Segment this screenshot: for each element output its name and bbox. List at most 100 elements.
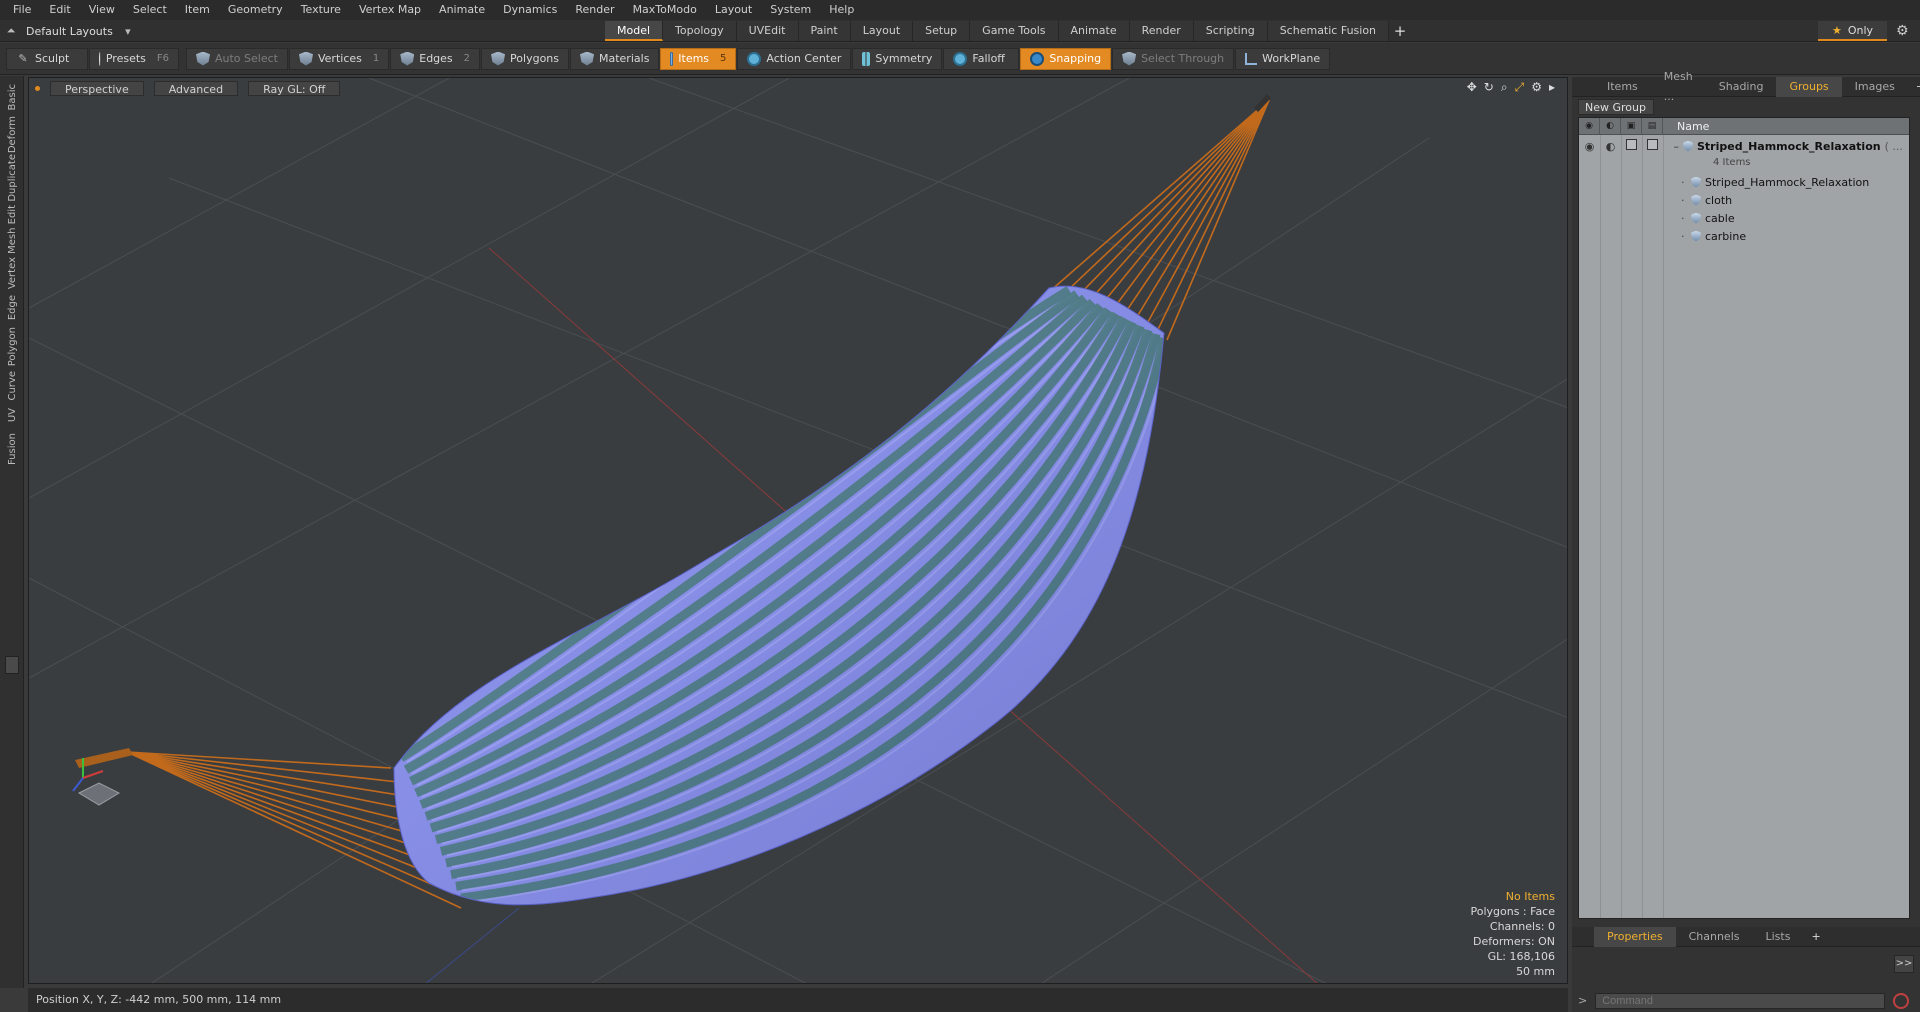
properties-tab-lists[interactable]: Lists <box>1753 927 1804 947</box>
left-tab-deform[interactable]: Deform <box>4 116 20 153</box>
properties-tab-properties[interactable]: Properties <box>1594 926 1676 947</box>
command-input[interactable] <box>1595 992 1886 1009</box>
tab-game-tools[interactable]: Game Tools <box>970 21 1059 41</box>
zoom-icon[interactable]: ⌕ <box>1501 80 1508 95</box>
left-tab-polygon[interactable]: Polygon <box>4 327 20 366</box>
menu-system[interactable]: System <box>761 0 820 20</box>
left-tab-fusion[interactable]: Fusion <box>4 432 20 466</box>
left-tab-vertex[interactable]: Vertex <box>4 256 20 290</box>
status-bar: Position X, Y, Z: -442 mm, 500 mm, 114 m… <box>28 988 1568 1012</box>
select-checkbox[interactable] <box>1647 139 1658 150</box>
panel-tab-images[interactable]: Images <box>1842 77 1908 97</box>
render-icon[interactable]: ◐ <box>1600 140 1621 153</box>
select-through-button[interactable]: Select Through <box>1112 47 1235 70</box>
menu-edit[interactable]: Edit <box>40 0 79 20</box>
viewport-3d[interactable]: Perspective Advanced Ray GL: Off ✥ ↻ ⌕ ⤢… <box>28 77 1568 984</box>
lock-checkbox[interactable] <box>1626 139 1637 150</box>
tab-setup[interactable]: Setup <box>913 21 971 41</box>
layout-dropdown[interactable]: ⏶ Default Layouts ▾ <box>4 22 135 40</box>
render-column-icon[interactable]: ◐ <box>1600 117 1621 135</box>
falloff-button[interactable]: Falloff <box>943 47 1020 70</box>
tab-scripting[interactable]: Scripting <box>1193 21 1268 41</box>
tab-render[interactable]: Render <box>1129 21 1194 41</box>
menu-view[interactable]: View <box>80 0 124 20</box>
workplane-button[interactable]: WorkPlane <box>1235 47 1331 70</box>
only-button[interactable]: ★ Only <box>1818 21 1888 41</box>
group-child-row[interactable]: · cable <box>1579 209 1909 227</box>
left-panel-toggle[interactable] <box>5 656 19 674</box>
fit-icon[interactable]: ⤢ <box>1515 80 1525 95</box>
left-tab-label: Edge <box>6 295 18 321</box>
tab-topology[interactable]: Topology <box>663 21 737 41</box>
menu-render[interactable]: Render <box>566 0 623 20</box>
lock-toggle[interactable] <box>1621 139 1642 153</box>
properties-tab-channels[interactable]: Channels <box>1676 927 1753 947</box>
symmetry-button[interactable]: Symmetry <box>852 47 943 70</box>
tab-model[interactable]: Model <box>605 21 664 41</box>
menu-animate[interactable]: Animate <box>430 0 494 20</box>
group-row[interactable]: ◉ ◐ – Striped_Hammock_Relaxation ( ... <box>1579 137 1909 155</box>
menu-texture[interactable]: Texture <box>292 0 350 20</box>
polygons-button[interactable]: Polygons <box>481 47 569 70</box>
group-child-row[interactable]: · cloth <box>1579 191 1909 209</box>
ray-gl-button[interactable]: Ray GL: Off <box>248 80 341 96</box>
new-group-button[interactable]: New Group <box>1578 99 1654 115</box>
presets-button[interactable]: Presets F6 <box>89 47 179 70</box>
items-button[interactable]: Items 5 <box>660 47 737 70</box>
rotate-icon[interactable]: ↻ <box>1484 80 1494 95</box>
left-tab-basic[interactable]: Basic <box>4 82 20 112</box>
menu-layout[interactable]: Layout <box>706 0 761 20</box>
group-child-row[interactable]: · carbine <box>1579 227 1909 245</box>
expand-button[interactable]: >> <box>1894 955 1914 973</box>
auto-select-button[interactable]: Auto Select <box>186 47 288 70</box>
tab-layout[interactable]: Layout <box>850 21 914 41</box>
layout-collapse-icon[interactable]: ⏶ <box>4 24 18 38</box>
properties-tab-add-icon[interactable]: + <box>1803 927 1828 947</box>
menu-select[interactable]: Select <box>124 0 176 20</box>
viewport-gear-icon[interactable]: ⚙ <box>1531 80 1542 95</box>
menu-file[interactable]: File <box>4 0 40 20</box>
command-clear-icon[interactable] <box>1893 992 1910 1009</box>
vertices-button[interactable]: Vertices 1 <box>288 47 390 70</box>
edges-button[interactable]: Edges 2 <box>390 47 481 70</box>
panel-tab-groups[interactable]: Groups <box>1776 76 1842 97</box>
visibility-column-icon[interactable]: ◉ <box>1579 117 1600 135</box>
auto-select-label: Auto Select <box>215 52 278 65</box>
lock-column-icon[interactable]: ▣ <box>1621 117 1642 135</box>
eye-icon[interactable]: ◉ <box>1579 140 1600 153</box>
snapping-button[interactable]: Snapping <box>1020 47 1112 70</box>
menu-vertex-map[interactable]: Vertex Map <box>350 0 430 20</box>
materials-button[interactable]: Materials <box>570 47 660 70</box>
select-toggle[interactable] <box>1642 139 1663 153</box>
left-tab-mesh-edit[interactable]: Mesh Edit <box>4 205 20 254</box>
name-column-header[interactable]: Name <box>1663 120 1709 133</box>
panel-tab-add-icon[interactable]: + <box>1908 77 1920 97</box>
gear-icon[interactable]: ⚙ <box>1896 23 1909 39</box>
select-column-icon[interactable]: ▤ <box>1642 117 1663 135</box>
menu-item[interactable]: Item <box>176 0 219 20</box>
tab-uvedit[interactable]: UVEdit <box>736 21 799 41</box>
group-child-row[interactable]: · Striped_Hammock_Relaxation <box>1579 173 1909 191</box>
pan-icon[interactable]: ✥ <box>1467 80 1477 95</box>
action-center-button[interactable]: Action Center <box>737 47 852 70</box>
add-tab-icon[interactable]: + <box>1389 21 1411 41</box>
tab-schematic-fusion[interactable]: Schematic Fusion <box>1267 21 1390 41</box>
menu-dynamics[interactable]: Dynamics <box>494 0 566 20</box>
menu-maxtomodo[interactable]: MaxToModo <box>624 0 706 20</box>
left-tab-uv[interactable]: UV <box>4 404 20 426</box>
collapse-icon[interactable]: – <box>1663 140 1683 153</box>
panel-tab-items[interactable]: Items <box>1594 77 1651 97</box>
view-type-button[interactable]: Perspective <box>50 80 144 96</box>
viewport-expand-icon[interactable]: ▸ <box>1549 80 1555 95</box>
tab-animate[interactable]: Animate <box>1058 21 1130 41</box>
panel-tab-mesh[interactable]: Mesh ... <box>1651 67 1706 107</box>
menu-help[interactable]: Help <box>820 0 863 20</box>
left-tab-duplicate[interactable]: Duplicate <box>4 154 20 202</box>
panel-tab-shading[interactable]: Shading <box>1706 77 1777 97</box>
left-tab-curve[interactable]: Curve <box>4 371 20 401</box>
shading-mode-button[interactable]: Advanced <box>153 80 239 96</box>
menu-geometry[interactable]: Geometry <box>219 0 292 20</box>
tab-paint[interactable]: Paint <box>798 21 851 41</box>
sculpt-button[interactable]: ✎ Sculpt <box>6 47 88 70</box>
left-tab-edge[interactable]: Edge <box>4 294 20 322</box>
